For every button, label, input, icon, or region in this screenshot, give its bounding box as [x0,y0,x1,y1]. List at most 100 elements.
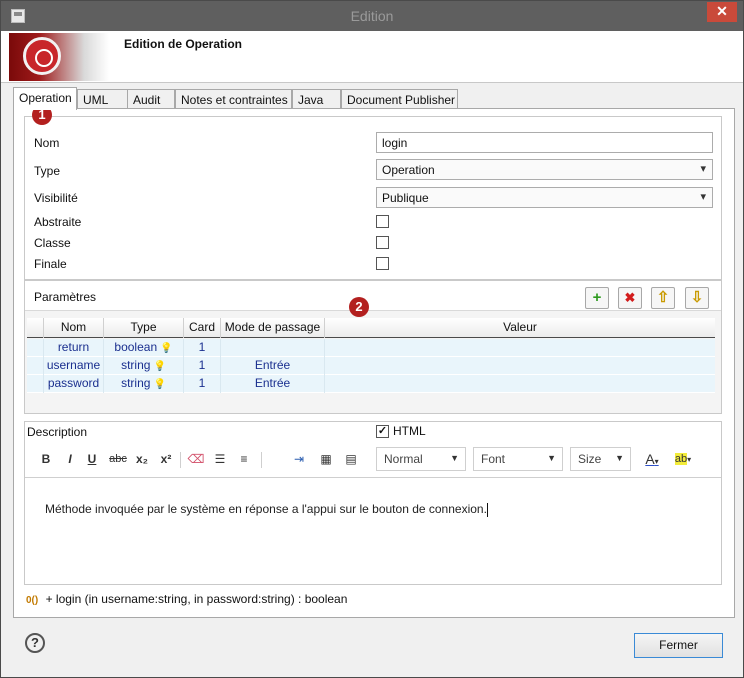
table-row[interactable]: username string 💡 1 Entrée [27,357,715,375]
description-editor[interactable]: Méthode invoquée par le système en répon… [25,477,721,584]
bold-button[interactable]: B [39,450,53,468]
column-header-mode[interactable]: Mode de passage [221,318,325,338]
param-value-cell[interactable] [325,375,715,393]
callout-badge-2: 2 [349,297,369,317]
param-value-cell[interactable] [325,357,715,375]
unordered-list-icon[interactable]: ≡ [235,450,253,468]
operation-signature: 0() + login (in username:string, in pass… [26,592,347,606]
add-parameter-button[interactable]: + [585,287,609,309]
move-down-button[interactable]: ⇩ [685,287,709,309]
font-combo-value: Font [481,452,506,466]
type-label: Type [34,164,61,178]
param-name-cell[interactable]: return [44,339,104,357]
text-align-icon[interactable]: ▤ [342,450,360,468]
column-header-card[interactable]: Card [184,318,221,338]
tab-document-publisher[interactable]: Document Publisher [341,89,458,109]
param-name-cell[interactable]: password [44,375,104,393]
format-combo-value: Normal [384,452,423,466]
table-icon[interactable]: ▦ [317,450,335,468]
param-name-cell[interactable]: username [44,357,104,375]
rich-text-toolbar: B I U abc x₂ x² ⌫ ☰ ≡ ⇥ ▦ ▤ Normal ▼ Fon… [25,444,721,474]
operation-tab-panel: Nom login Type Operation ▾ Visibilité Pu… [13,105,735,618]
help-icon[interactable]: ? [25,633,45,653]
column-header-value[interactable]: Valeur [325,318,715,338]
param-card-cell[interactable]: 1 [184,339,221,357]
chevron-down-icon: ▾ [700,163,706,175]
description-group: Description ✓ HTML B I U abc x₂ x² ⌫ ☰ ≡… [24,421,722,585]
size-combo[interactable]: Size ▼ [570,447,631,471]
toolbar-separator [261,452,262,468]
underline-button[interactable]: U [85,450,99,468]
highlight-color-label: ab [674,453,688,465]
param-mode-cell[interactable] [221,339,325,357]
lightbulb-icon: 💡 [153,379,166,390]
lightbulb-icon: 💡 [153,361,166,372]
delete-parameter-button[interactable]: ✖ [618,287,642,309]
type-select[interactable]: Operation ▾ [376,159,713,180]
highlight-color-button[interactable]: ab▾ [669,450,697,468]
clear-format-eraser-icon[interactable]: ⌫ [187,450,205,468]
description-content: Méthode invoquée par le système en répon… [45,502,487,516]
table-row[interactable]: return boolean 💡 1 [27,339,715,357]
parameters-title: Paramètres [34,290,97,304]
app-logo-icon [23,37,61,75]
tab-operation[interactable]: Operation [13,87,77,110]
strikethrough-button[interactable]: abc [107,450,129,468]
title-bar[interactable]: Edition ✕ [1,1,743,31]
text-color-button[interactable]: A▾ [639,450,665,468]
visibility-select-value: Publique [382,191,429,205]
text-color-label: A [645,451,655,467]
column-header-type[interactable]: Type [104,318,184,338]
text-cursor [486,502,488,517]
param-mode-cell[interactable]: Entrée [221,375,325,393]
window-close-button[interactable]: ✕ [707,2,737,22]
description-title: Description [27,425,88,439]
row-handle [27,375,44,393]
ordered-list-icon[interactable]: ☰ [211,450,229,468]
name-input[interactable]: login [376,132,713,153]
font-combo[interactable]: Font ▼ [473,447,563,471]
caret-down-icon: ▼ [547,453,556,463]
dialog-window: Edition ✕ Edition de Operation Operation… [0,0,744,678]
param-card-cell[interactable]: 1 [184,357,221,375]
abstract-checkbox[interactable] [376,215,389,228]
format-combo[interactable]: Normal ▼ [376,447,466,471]
param-value-cell[interactable] [325,339,715,357]
tab-audit[interactable]: Audit [127,89,175,109]
table-row[interactable]: password string 💡 1 Entrée [27,375,715,393]
param-type-cell[interactable]: string 💡 [104,357,184,375]
html-label: HTML [393,424,426,438]
description-text: Méthode invoquée par le système en répon… [45,502,488,517]
parameters-table-header: Nom Type Card Mode de passage Valeur [27,318,715,338]
parameters-group: Paramètres + ✖ ⇧ ⇩ 2 Nom Type Card Mode … [24,280,722,414]
tab-java[interactable]: Java [292,89,341,109]
signature-text: + login (in username:string, in password… [45,592,348,606]
italic-button[interactable]: I [63,450,77,468]
html-checkbox[interactable]: ✓ [376,425,389,438]
param-card-cell[interactable]: 1 [184,375,221,393]
parameters-header: Paramètres + ✖ ⇧ ⇩ [25,281,721,311]
param-type-value: boolean [114,340,158,354]
param-mode-cell[interactable]: Entrée [221,357,325,375]
tab-notes-contraintes[interactable]: Notes et contraintes [175,89,292,109]
class-checkbox[interactable] [376,236,389,249]
param-type-value: string [121,376,151,390]
tab-uml[interactable]: UML [77,89,128,109]
toolbar-separator [180,452,181,468]
visibility-label: Visibilité [34,191,78,205]
dialog-header: Edition de Operation [1,31,743,83]
subscript-button[interactable]: x₂ [133,450,151,468]
superscript-button[interactable]: x² [157,450,175,468]
dialog-heading: Edition de Operation [124,37,243,51]
visibility-select[interactable]: Publique ▾ [376,187,713,208]
properties-group: Nom login Type Operation ▾ Visibilité Pu… [24,116,722,280]
param-type-cell[interactable]: boolean 💡 [104,339,184,357]
indent-icon[interactable]: ⇥ [290,450,308,468]
move-up-button[interactable]: ⇧ [651,287,675,309]
fermer-button[interactable]: Fermer [634,633,723,658]
operation-icon: 0() [26,595,39,606]
final-checkbox[interactable] [376,257,389,270]
chevron-down-icon: ▾ [700,191,706,203]
param-type-cell[interactable]: string 💡 [104,375,184,393]
column-header-name[interactable]: Nom [44,318,104,338]
